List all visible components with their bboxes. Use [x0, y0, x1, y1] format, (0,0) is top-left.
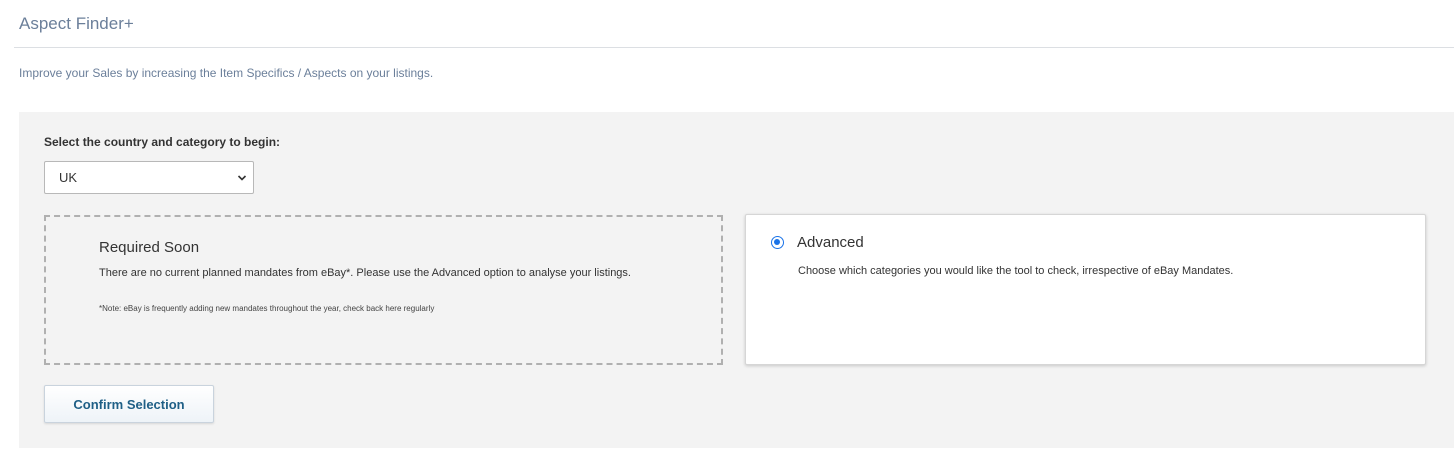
country-select-value: UK	[59, 170, 78, 185]
advanced-option-card[interactable]: Advanced Choose which categories you wou…	[745, 214, 1426, 365]
page-subtitle: Improve your Sales by increasing the Ite…	[19, 66, 434, 80]
selection-panel: Select the country and category to begin…	[19, 112, 1454, 448]
chevron-down-icon	[237, 175, 247, 181]
confirm-selection-button[interactable]: Confirm Selection	[44, 385, 214, 423]
required-soon-card: Required Soon There are no current plann…	[44, 215, 723, 365]
required-soon-text: There are no current planned mandates fr…	[99, 267, 631, 279]
advanced-text: Choose which categories you would like t…	[798, 265, 1234, 277]
advanced-title: Advanced	[797, 234, 864, 251]
required-soon-title: Required Soon	[99, 239, 200, 256]
country-select[interactable]: UK	[44, 161, 254, 194]
advanced-radio[interactable]	[771, 236, 784, 249]
page-title: Aspect Finder+	[19, 14, 134, 33]
required-soon-note: *Note: eBay is frequently adding new man…	[99, 304, 435, 313]
country-category-label: Select the country and category to begin…	[44, 135, 281, 149]
title-divider	[14, 47, 1454, 48]
